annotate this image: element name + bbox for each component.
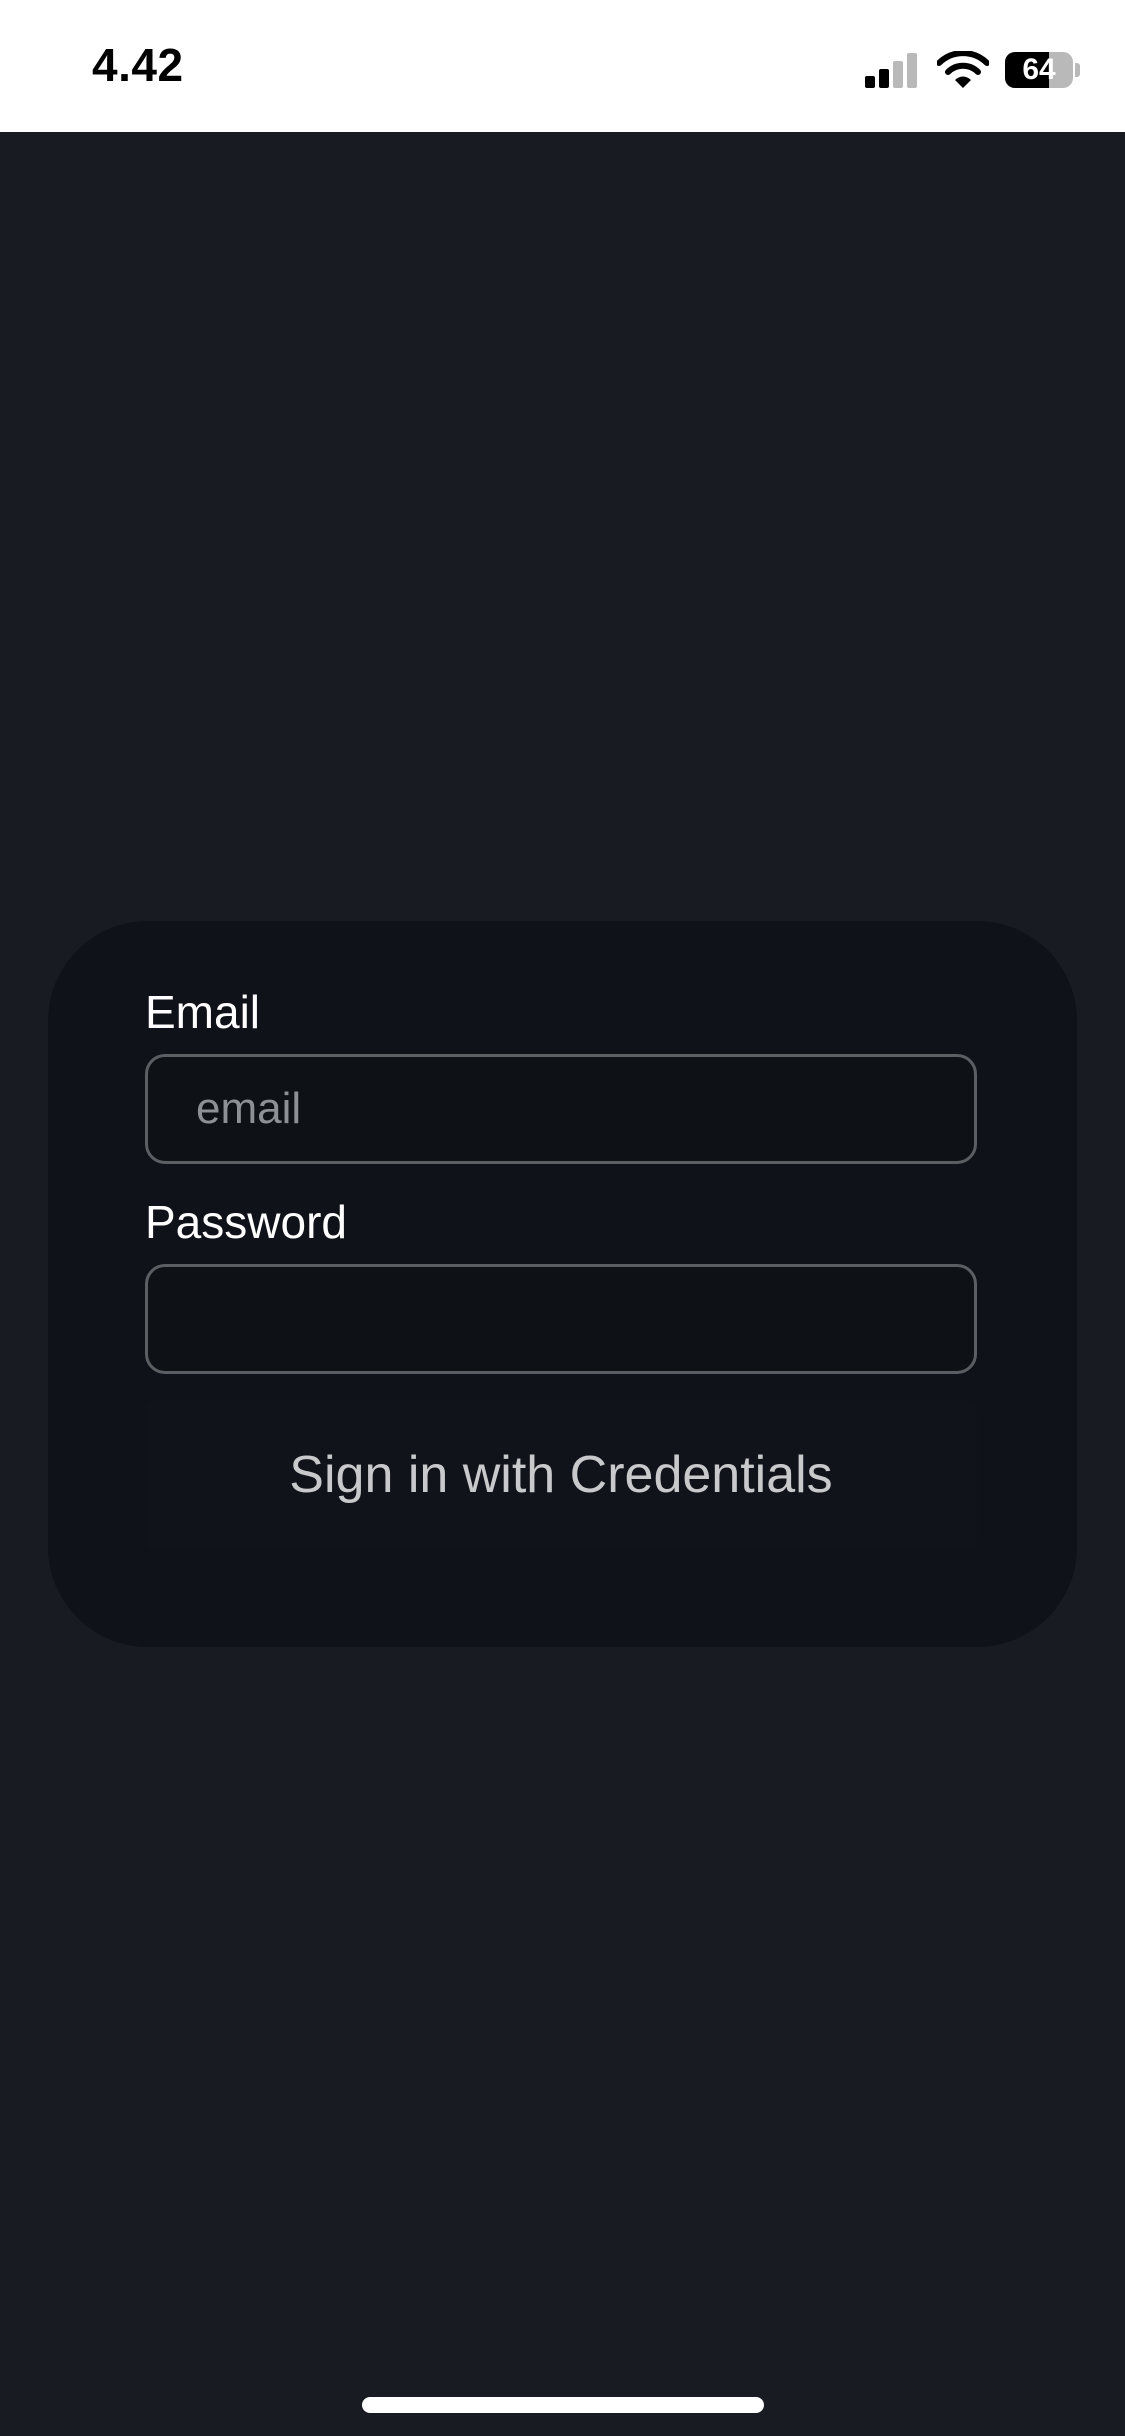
status-icons: 64 [865, 46, 1081, 94]
battery-nub [1075, 63, 1080, 77]
battery-percentage: 64 [1022, 53, 1056, 86]
status-bar: 4.42 64 [0, 0, 1125, 132]
battery-icon: 64 [1005, 51, 1081, 89]
home-indicator [362, 2397, 764, 2413]
password-input[interactable] [145, 1264, 977, 1374]
status-time: 4.42 [92, 39, 184, 91]
password-label: Password [145, 1196, 347, 1248]
wifi-icon [937, 51, 989, 88]
login-card: Email Password Sign in with Credentials [48, 921, 1077, 1647]
battery-body: 64 [1005, 52, 1073, 88]
sign-in-button[interactable]: Sign in with Credentials [145, 1401, 977, 1549]
email-input[interactable] [145, 1054, 977, 1164]
signal-icon [865, 53, 917, 88]
email-label: Email [145, 986, 261, 1038]
